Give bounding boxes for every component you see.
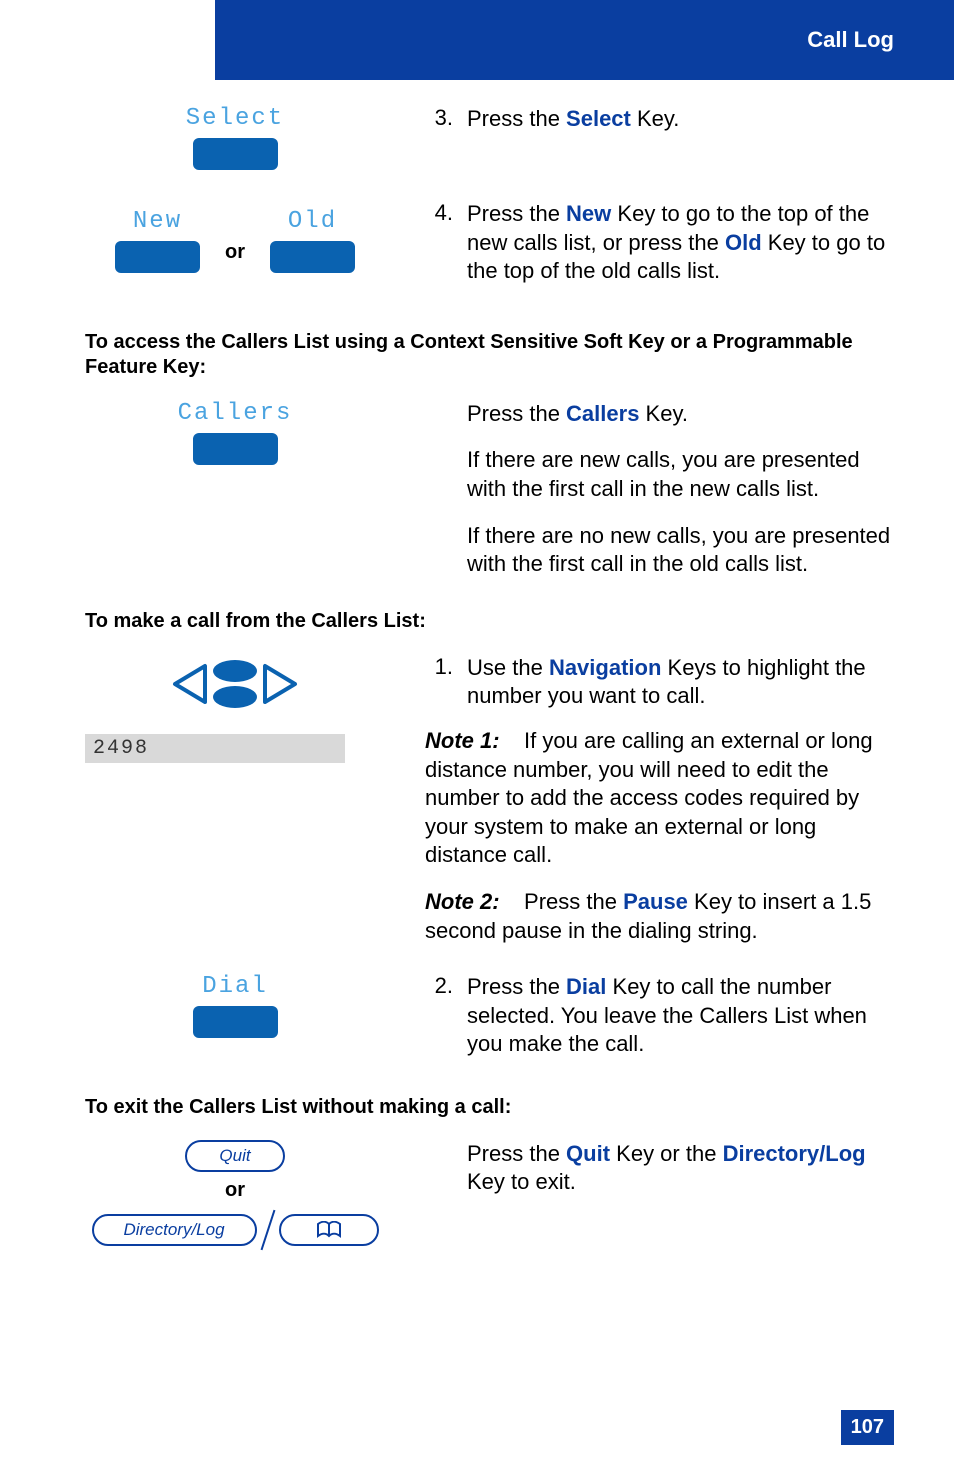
note-2-label: Note 2:: [425, 889, 500, 914]
note-1: Note 1: If you are calling an external o…: [425, 727, 894, 870]
quit-key-label: Quit: [219, 1146, 250, 1166]
callers-press-kw: Callers: [566, 401, 639, 426]
step-1-pre: Use the: [467, 655, 549, 680]
softkey-new: New: [100, 208, 215, 273]
step-4-body: Press the New Key to go to the top of th…: [467, 200, 894, 286]
exit-press-post: Key to exit.: [467, 1169, 576, 1194]
step-2-kw: Dial: [566, 974, 606, 999]
col-right-step2: 2. Press the Dial Key to call the number…: [425, 973, 894, 1075]
exit-press-pre: Press the: [467, 1141, 566, 1166]
step-3-pre: Press the: [467, 106, 566, 131]
step-2: 2. Press the Dial Key to call the number…: [425, 973, 894, 1059]
row-dial: Dial 2. Press the Dial Key to call the n…: [85, 973, 894, 1075]
col-right-step3: 3. Press the Select Key.: [425, 105, 894, 170]
step-2-pre: Press the: [467, 974, 566, 999]
slash-separator: [260, 1210, 275, 1251]
callers-button[interactable]: [193, 433, 278, 465]
step-4-num: 4.: [425, 200, 453, 286]
col-right-step4: 4. Press the New Key to go to the top of…: [425, 200, 894, 302]
softkey-select: Select: [85, 105, 385, 170]
step-1-body: Use the Navigation Keys to highlight the…: [467, 654, 894, 711]
callers-p1: If there are new calls, you are presente…: [467, 446, 894, 503]
softkey-dial-label: Dial: [202, 973, 268, 1000]
softkey-callers-label: Callers: [178, 400, 293, 427]
exit-press-line: Press the Quit Key or the Directory/Log …: [467, 1140, 894, 1197]
softkey-old: Old: [255, 208, 370, 273]
step-2-num: 2.: [425, 973, 453, 1059]
page-header: Call Log: [215, 0, 954, 80]
page-content: Select 3. Press the Select Key. New or: [85, 105, 894, 1425]
exit-press-mid: Key or the: [610, 1141, 723, 1166]
callers-press-post: Key.: [639, 401, 688, 426]
dial-button[interactable]: [193, 1006, 278, 1038]
exit-press-kw2: Directory/Log: [723, 1141, 866, 1166]
step-3-num: 3.: [425, 105, 453, 134]
exit-keys: Quit or Directory/Log: [85, 1140, 385, 1251]
softkey-dial: Dial: [85, 973, 385, 1038]
softkey-callers: Callers: [85, 400, 385, 465]
old-button[interactable]: [270, 241, 355, 273]
step-4-kw2: Old: [725, 230, 762, 255]
step-4-kw1: New: [566, 201, 611, 226]
row-makecall: 2498 1. Use the Navigation Keys to highl…: [85, 654, 894, 963]
row-exit: Quit or Directory/Log: [85, 1140, 894, 1251]
new-button[interactable]: [115, 241, 200, 273]
row-select: Select 3. Press the Select Key.: [85, 105, 894, 170]
lcd-number-display: 2498: [85, 734, 345, 763]
row-new-old: New or Old 4. Press the New Key to go to…: [85, 200, 894, 302]
softkey-new-label: New: [133, 208, 182, 235]
note-1-label: Note 1:: [425, 728, 500, 753]
exit-press-kw1: Quit: [566, 1141, 610, 1166]
exit-row: Directory/Log: [92, 1209, 379, 1251]
callers-press-pre: Press the: [467, 401, 566, 426]
note-2-kw: Pause: [623, 889, 688, 914]
col-right-exit: Press the Quit Key or the Directory/Log …: [425, 1140, 894, 1251]
or-separator-2: or: [225, 1178, 245, 1203]
heading-exit: To exit the Callers List without making …: [85, 1095, 894, 1120]
col-left-callers: Callers: [85, 400, 385, 579]
book-icon: [316, 1221, 342, 1239]
col-left-exit: Quit or Directory/Log: [85, 1140, 385, 1251]
note-2: Note 2: Press the Pause Key to insert a …: [425, 888, 894, 945]
step-3-post: Key.: [631, 106, 680, 131]
heading-access-callers: To access the Callers List using a Conte…: [85, 330, 894, 380]
step-2-body: Press the Dial Key to call the number se…: [467, 973, 894, 1059]
step-4-pre: Press the: [467, 201, 566, 226]
step-1-kw: Navigation: [549, 655, 661, 680]
callers-press-line: Press the Callers Key.: [467, 400, 894, 429]
step-4: 4. Press the New Key to go to the top of…: [425, 200, 894, 286]
quit-key[interactable]: Quit: [185, 1140, 285, 1172]
heading-make-call: To make a call from the Callers List:: [85, 609, 894, 634]
col-left-dial: Dial: [85, 973, 385, 1075]
step-1-num: 1.: [425, 654, 453, 711]
col-left-newold: New or Old: [85, 200, 385, 302]
softkey-old-label: Old: [288, 208, 337, 235]
directory-log-label: Directory/Log: [123, 1220, 224, 1240]
row-callers: Callers Press the Callers Key. If there …: [85, 400, 894, 579]
col-right-makecall: 1. Use the Navigation Keys to highlight …: [425, 654, 894, 963]
callers-p2: If there are no new calls, you are prese…: [467, 522, 894, 579]
col-left-makecall: 2498: [85, 654, 385, 963]
softkey-select-label: Select: [186, 105, 284, 132]
softkey-new-old-row: New or Old: [85, 208, 385, 273]
col-right-callers: Press the Callers Key. If there are new …: [425, 400, 894, 579]
book-key[interactable]: [279, 1214, 379, 1246]
step-1: 1. Use the Navigation Keys to highlight …: [425, 654, 894, 711]
navigation-keys-icon: [160, 654, 310, 714]
directory-log-key[interactable]: Directory/Log: [92, 1214, 257, 1246]
page-number-badge: 107: [841, 1410, 894, 1445]
step-3-kw: Select: [566, 106, 631, 131]
step-3: 3. Press the Select Key.: [425, 105, 894, 134]
or-separator-1: or: [225, 217, 245, 264]
col-left-select: Select: [85, 105, 385, 170]
note-2-pre: Press the: [524, 889, 623, 914]
select-button[interactable]: [193, 138, 278, 170]
page-header-title: Call Log: [807, 27, 894, 53]
step-3-body: Press the Select Key.: [467, 105, 894, 134]
